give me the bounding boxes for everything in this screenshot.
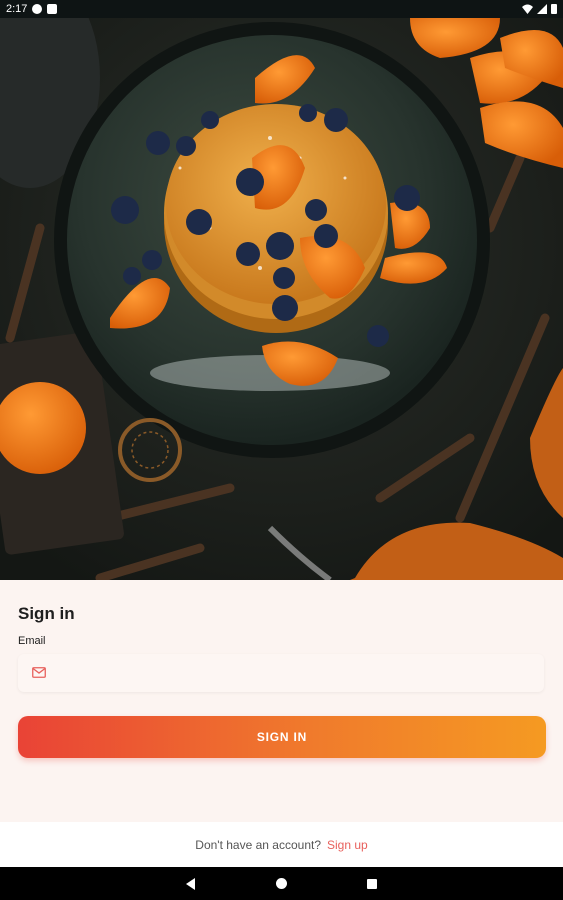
hero-food-image [0, 18, 563, 580]
wifi-icon [522, 4, 533, 14]
signup-link[interactable]: Sign up [327, 838, 368, 852]
email-label: Email [18, 635, 46, 647]
status-bar: 2:17 [0, 0, 563, 18]
signup-footer: Don't have an account? Sign up [0, 822, 563, 867]
email-field[interactable] [18, 654, 544, 694]
home-icon[interactable] [276, 878, 287, 889]
clipboard-icon [47, 4, 58, 14]
pancakes-illustration [0, 18, 563, 580]
back-icon[interactable] [186, 878, 195, 890]
mail-icon [32, 667, 46, 678]
system-nav-bar [0, 867, 563, 900]
email-input[interactable] [58, 654, 532, 694]
signal-icon [537, 4, 547, 14]
battery-icon [551, 4, 557, 14]
notification-icon [32, 4, 43, 14]
signin-button[interactable]: SIGN IN [18, 716, 546, 758]
signin-title: Sign in [18, 604, 75, 623]
signup-question: Don't have an account? [195, 837, 321, 852]
signin-card [0, 580, 563, 822]
recents-icon[interactable] [367, 879, 377, 889]
status-time: 2:17 [6, 3, 28, 15]
